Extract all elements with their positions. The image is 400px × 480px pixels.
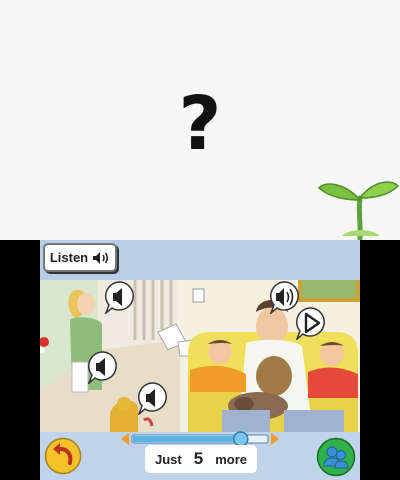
sprout-icon: [317, 181, 400, 240]
touch-panel: Listen Just 5 more: [40, 240, 360, 480]
slider-right-arrow-icon: [271, 433, 279, 445]
bottom-screen: Listen Just 5 more: [0, 240, 400, 480]
speech-bubble-button[interactable]: [136, 381, 170, 415]
speech-bubble-button[interactable]: [86, 350, 120, 384]
friends-button[interactable]: [316, 437, 356, 477]
speaker-icon: [93, 251, 109, 264]
question-mark-prompt: ?: [178, 81, 222, 167]
remaining-counter: Just 5 more: [145, 445, 257, 473]
speech-bubble-button[interactable]: [294, 306, 328, 340]
counter-prefix: Just: [155, 451, 182, 467]
counter-value: 5: [193, 449, 204, 468]
story-scene: [40, 280, 360, 432]
listen-button[interactable]: Listen: [43, 243, 117, 272]
listen-label: Listen: [49, 250, 89, 265]
top-screen: ?: [0, 0, 400, 240]
slider-fill: [133, 436, 241, 442]
controls-bar: Just 5 more: [40, 431, 360, 480]
slider-thumb: [233, 431, 249, 447]
speech-bubble-button[interactable]: [103, 280, 137, 314]
back-button[interactable]: [44, 437, 82, 475]
slider-left-arrow-icon: [121, 433, 129, 445]
counter-suffix: more: [215, 451, 247, 467]
